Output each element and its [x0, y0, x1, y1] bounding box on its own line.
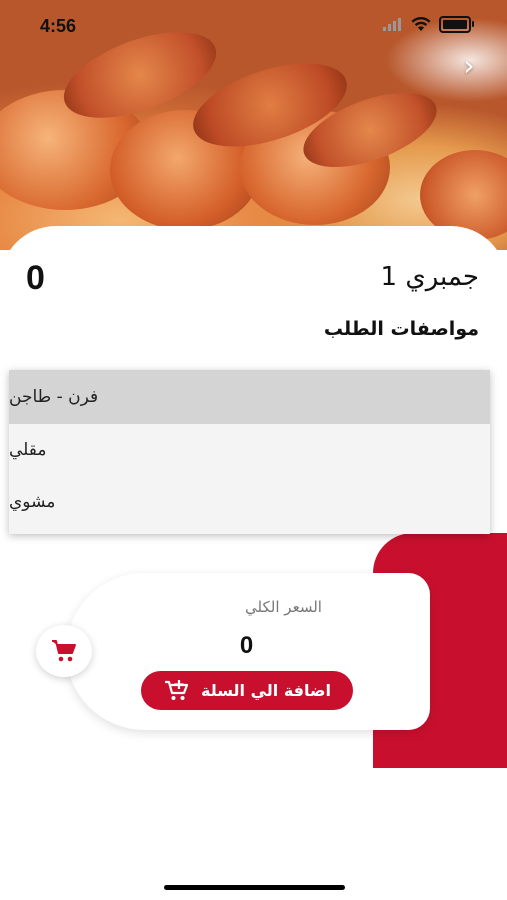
- status-time: 4:56: [40, 16, 77, 36]
- cart-add-icon: [165, 679, 189, 700]
- cart-icon: [52, 640, 76, 662]
- cart-button[interactable]: [36, 625, 92, 677]
- status-bar: 4:56: [0, 0, 507, 50]
- add-to-cart-button[interactable]: اضافة الي السلة: [141, 671, 353, 710]
- add-to-cart-label: اضافة الي السلة: [201, 681, 331, 700]
- home-indicator: [164, 885, 345, 890]
- order-specs-title: مواصفات الطلب: [323, 318, 479, 340]
- back-chevron-icon[interactable]: ›: [457, 52, 481, 80]
- product-price: 0: [26, 259, 45, 297]
- dropdown-option[interactable]: مقلي: [9, 424, 490, 476]
- wifi-icon: [411, 17, 431, 31]
- dropdown-option[interactable]: مشوي: [9, 476, 490, 528]
- total-price-label: السعر الكلي: [245, 598, 322, 616]
- signal-icon: [383, 18, 401, 31]
- status-icons: [383, 16, 474, 33]
- battery-icon: [439, 16, 474, 33]
- order-spec-dropdown[interactable]: فرن - طاجن مقلي مشوي: [9, 370, 490, 534]
- dropdown-option[interactable]: فرن - طاجن: [9, 370, 490, 424]
- product-name: جمبري 1: [380, 262, 479, 292]
